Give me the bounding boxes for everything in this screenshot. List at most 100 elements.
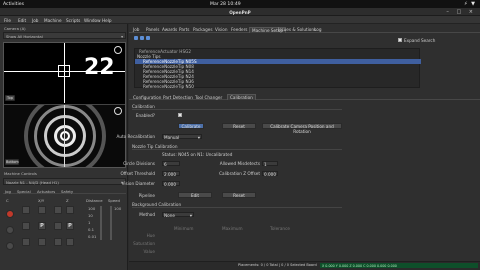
auto-recal-select[interactable]: Manual ▾	[162, 134, 202, 140]
camera-selector-value: Show All Horizontal	[6, 33, 43, 39]
offset-threshold-label: Offset Threshold	[120, 171, 155, 176]
menu-edit[interactable]: Edit	[18, 18, 26, 23]
dro-values: X 0.000 Y 0.000 Z 0.000 C 0.000 0.000 0.…	[322, 263, 397, 268]
tab-calibration[interactable]: Calibration	[227, 94, 256, 100]
park-button[interactable]: P	[38, 222, 46, 230]
auto-recal-label: Auto Recalibration	[116, 134, 155, 139]
method-label: Method	[139, 212, 155, 217]
jog-x-minus-button[interactable]	[22, 222, 30, 230]
vision-diameter-input[interactable]: 0.000	[162, 181, 180, 187]
distance-option[interactable]: 1	[88, 220, 90, 225]
activities-button[interactable]: Activities	[3, 2, 24, 7]
jog-y-minus-button[interactable]	[38, 238, 46, 246]
rotate-cw-icon[interactable]	[6, 242, 14, 250]
window-title: OpenPnP	[229, 9, 251, 15]
tab-configuration[interactable]: Configuration	[133, 95, 161, 100]
menu-scripts[interactable]: Scripts	[66, 18, 80, 23]
circle-divisions-label: Circle Divisions	[123, 161, 155, 166]
saturation-label: Saturation	[133, 241, 155, 246]
calibrate-camera-button[interactable]: Calibrate Camera Position and Rotation	[262, 123, 342, 134]
menu-bar: File Edit Job Machine Scripts Window Hel…	[0, 16, 480, 24]
allowed-misdetects-input[interactable]: 1	[262, 161, 278, 167]
allowed-misdetects-label: Allowed Misdetects	[219, 161, 260, 166]
tab-awards[interactable]: Awards	[162, 27, 177, 32]
jog-y-plus-button[interactable]	[38, 206, 46, 214]
calibrate-button[interactable]: Calibrate	[178, 123, 204, 129]
tab-job[interactable]: Job	[133, 27, 139, 32]
camera-view[interactable]: 22 Top Bottom	[3, 42, 126, 168]
circle-divisions-input[interactable]: 6	[162, 161, 180, 167]
menu-window[interactable]: Window	[84, 18, 101, 23]
enabled-checkbox[interactable]	[178, 113, 182, 117]
jog-down-right-button[interactable]	[54, 238, 62, 246]
expand-search-checkbox[interactable]	[398, 38, 402, 42]
bottom-camera-label[interactable]: Bottom	[5, 159, 19, 165]
clock[interactable]: Mar 28 10:49	[210, 2, 241, 7]
value-label: Value	[143, 249, 156, 254]
copy-icon[interactable]	[146, 36, 150, 40]
tab-panels[interactable]: Panels	[146, 27, 159, 32]
distance-option[interactable]: 10	[88, 213, 93, 218]
jog-x-plus-button[interactable]	[54, 222, 62, 230]
tab-tool-changer[interactable]: Tool Changer	[195, 95, 222, 100]
pipeline-edit-button[interactable]: Edit	[178, 192, 212, 198]
jog-up-left-button[interactable]	[22, 206, 30, 214]
distance-option[interactable]: 0.1	[88, 227, 94, 232]
machine-tree: ReferenceActuator HSG2 Nozzle Tips Refer…	[134, 48, 421, 89]
dro-readout: X 0.000 Y 0.000 Z 0.000 C 0.000 0.000 0.…	[320, 263, 478, 268]
top-camera-feed: 22 Top	[4, 43, 125, 103]
speed-label: Speed	[108, 198, 120, 203]
tab-special[interactable]: Special	[17, 189, 31, 194]
gear-icon[interactable]	[114, 46, 122, 54]
menu-machine[interactable]: Machine	[44, 18, 62, 23]
tab-issues[interactable]: Issues & Solutions	[278, 27, 316, 32]
tab-jog[interactable]: Jog	[5, 189, 11, 194]
tab-feeders[interactable]: Feeders	[231, 27, 247, 32]
tab-actuators[interactable]: Actuators	[37, 189, 55, 194]
remove-icon[interactable]	[140, 36, 144, 40]
tree-row[interactable]: ReferenceNozzleTip N50	[135, 84, 421, 89]
tab-parts[interactable]: Parts	[179, 27, 189, 32]
tab-log[interactable]: Log	[314, 27, 321, 32]
chevron-down-icon: ▾	[189, 212, 192, 218]
jog-z-down-button[interactable]	[66, 238, 74, 246]
tab-part-detection[interactable]: Part Detection	[163, 95, 193, 100]
window-title-bar: OpenPnP – □ ×	[0, 8, 480, 16]
machine-controls-title: Machine Controls	[4, 171, 37, 176]
tab-vision[interactable]: Vision	[215, 27, 228, 32]
tab-packages[interactable]: Packages	[193, 27, 213, 32]
z-label: Z	[66, 198, 69, 203]
chevron-down-icon: ▾	[197, 134, 200, 140]
c-label: C	[6, 198, 9, 203]
enabled-label: Enabled?	[135, 113, 155, 118]
distance-option[interactable]: 100	[88, 206, 95, 211]
tree-toolbar	[134, 36, 154, 42]
offset-threshold-input[interactable]: 2.000	[162, 171, 180, 177]
expand-search-label: Expand Search	[404, 38, 436, 43]
park-z-button[interactable]: P	[66, 222, 74, 230]
pipeline-reset-button[interactable]: Reset	[222, 192, 256, 198]
stop-icon[interactable]	[6, 210, 14, 218]
method-select[interactable]: None ▾	[162, 212, 194, 218]
placements-status: Placements: 0 / 0 Total | 0 / 0 Selected…	[238, 263, 317, 267]
menu-file[interactable]: File	[4, 18, 11, 23]
menu-help[interactable]: Help	[102, 18, 112, 23]
calibration-z-label: Calibration Z Offset	[219, 171, 260, 176]
tab-safety[interactable]: Safety	[61, 189, 73, 194]
menu-job[interactable]: Job	[32, 18, 38, 23]
sub-tab-bar: Configuration Part Detection Tool Change…	[129, 93, 480, 100]
system-tray-icons[interactable]: ⚡ ▼	[464, 1, 476, 7]
add-icon[interactable]	[134, 36, 138, 40]
camera-title: Camera (A)	[4, 26, 26, 31]
jog-down-left-button[interactable]	[22, 238, 30, 246]
reset-button[interactable]: Reset	[222, 123, 256, 129]
hue-label: Hue	[146, 233, 155, 238]
window-controls[interactable]: – □ ×	[446, 9, 476, 15]
top-camera-label[interactable]: Top	[5, 95, 15, 101]
rotate-ccw-icon[interactable]	[6, 226, 14, 234]
camera-selector[interactable]: Show All Horizontal ▾	[3, 32, 126, 39]
reticle-box	[58, 65, 70, 77]
jog-up-right-button[interactable]	[54, 206, 62, 214]
jog-z-up-button[interactable]	[66, 206, 74, 214]
calibration-z-input[interactable]: 0.000	[262, 171, 278, 177]
